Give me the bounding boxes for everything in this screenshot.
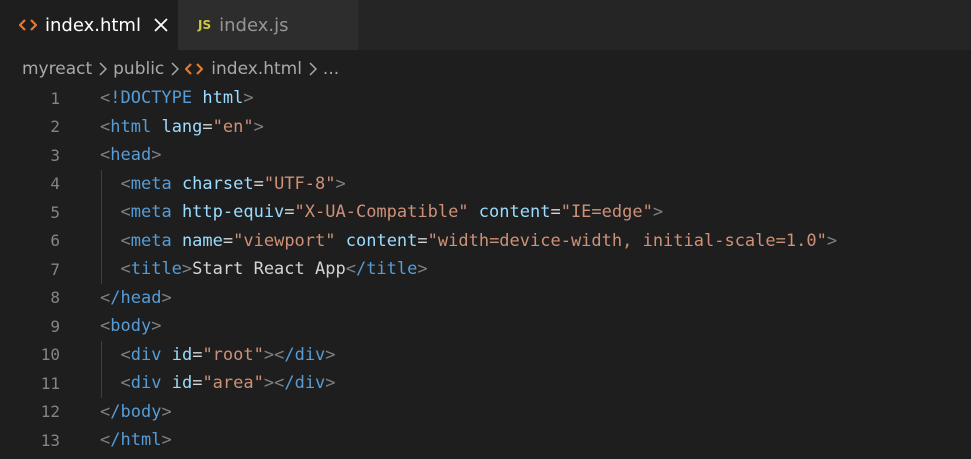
code-line[interactable]: 6 <meta name="viewport" content="width=d…: [0, 227, 971, 255]
tag-name: div: [130, 373, 162, 393]
code-line[interactable]: 3 <head>: [0, 141, 971, 169]
attr-name: http-equiv: [181, 202, 285, 222]
tag-name: div: [130, 344, 162, 365]
tag-name: /body: [110, 401, 162, 422]
code-line[interactable]: 4 <meta charset="UTF-8">: [0, 170, 971, 198]
attr-value: "en": [212, 116, 254, 137]
breadcrumb-item-myreact[interactable]: myreact: [22, 59, 92, 79]
tag-name: /div: [284, 373, 326, 393]
breadcrumb-item-public[interactable]: public: [113, 59, 164, 79]
html-file-icon: [185, 62, 204, 76]
attr-name: id: [171, 344, 193, 365]
code-content: <title>Start React App</title>: [120, 259, 428, 279]
line-number: 11: [40, 373, 60, 393]
attr-value: "root": [202, 344, 264, 365]
tag-name: head: [110, 145, 152, 165]
code-content: </body>: [100, 401, 172, 422]
code-content: <meta name="viewport" content="width=dev…: [120, 230, 838, 251]
code-content: <div id="root"></div>: [120, 344, 336, 365]
code-content: </html>: [100, 430, 172, 450]
attr-name: charset: [181, 173, 254, 194]
code-content: <div id="area"></div>: [120, 373, 336, 393]
tag-name: /title: [355, 259, 418, 279]
attr-value: "UTF-8": [263, 173, 336, 194]
chevron-right-icon: [99, 62, 108, 76]
tab-index-html[interactable]: index.html: [0, 0, 178, 50]
tag-name: meta: [130, 173, 172, 194]
code-line[interactable]: 13 </html>: [0, 426, 971, 454]
code-content: <html lang="en">: [100, 116, 264, 137]
tag-name: /div: [284, 344, 326, 365]
code-content: <meta charset="UTF-8">: [120, 173, 346, 194]
code-content: <!DOCTYPE html>: [100, 88, 254, 108]
line-number: 10: [40, 345, 60, 364]
code-line[interactable]: 7 <title>Start React App</title>: [0, 255, 971, 283]
attr-value: "IE=edge": [560, 202, 653, 222]
breadcrumb-symbols[interactable]: ...: [323, 59, 339, 79]
code-line[interactable]: 2 <html lang="en">: [0, 113, 971, 141]
line-number: 3: [50, 145, 60, 165]
tag-name: /head: [110, 287, 162, 308]
tag-name: html: [110, 116, 152, 137]
code-content: <head>: [100, 145, 162, 165]
line-number: 2: [50, 117, 60, 136]
doctype-keyword: !DOCTYPE: [110, 88, 193, 108]
line-number: 8: [50, 288, 60, 307]
attr-name: name: [181, 230, 223, 251]
js-file-icon: JS: [198, 18, 212, 32]
code-line[interactable]: 5 <meta http-equiv="X-UA-Compatible" con…: [0, 198, 971, 226]
line-number: 9: [50, 316, 60, 336]
line-number: 13: [40, 430, 60, 450]
attr-value: "width=device-width, initial-scale=1.0": [427, 230, 827, 251]
code-line[interactable]: 8 </head>: [0, 284, 971, 312]
tag-name: meta: [130, 202, 172, 222]
tag-name: body: [110, 316, 152, 336]
tag-name: title: [130, 259, 182, 279]
code-line[interactable]: 9 <body>: [0, 312, 971, 340]
code-line[interactable]: 10 <div id="root"></div>: [0, 341, 971, 369]
tag-name: /html: [110, 430, 162, 450]
code-content: <body>: [100, 316, 162, 336]
line-number: 5: [50, 202, 60, 222]
title-text: Start React App: [192, 259, 346, 279]
breadcrumb-item-file[interactable]: index.html: [185, 59, 302, 79]
tab-bar: index.html JS index.js: [0, 0, 971, 50]
attr-value: "X-UA-Compatible": [294, 202, 469, 222]
code-editor[interactable]: 1 <!DOCTYPE html> 2 <html lang="en"> 3 <…: [0, 84, 971, 459]
attr-value: "area": [202, 373, 264, 393]
attr-name: content: [345, 230, 418, 251]
line-number: 1: [50, 88, 60, 108]
code-line[interactable]: 11 <div id="area"></div>: [0, 369, 971, 397]
breadcrumb: myreact public index.html ...: [22, 55, 339, 83]
tab-label: index.js: [219, 14, 289, 36]
chevron-right-icon: [171, 62, 180, 76]
code-line[interactable]: 12 </body>: [0, 398, 971, 426]
attr-name: content: [478, 202, 551, 222]
attr-value: "viewport": [233, 230, 336, 251]
line-number: 4: [50, 174, 60, 193]
breadcrumb-file-label: index.html: [211, 59, 302, 79]
doctype-value: html: [202, 88, 244, 108]
chevron-right-icon: [309, 62, 317, 76]
line-number: 6: [50, 231, 60, 250]
code-content: <meta http-equiv="X-UA-Compatible" conte…: [120, 202, 664, 222]
line-number: 7: [50, 259, 60, 279]
code-line[interactable]: 1 <!DOCTYPE html>: [0, 84, 971, 112]
tag-name: meta: [130, 230, 172, 251]
tab-label: index.html: [45, 14, 141, 36]
close-icon[interactable]: [154, 18, 168, 32]
attr-name: id: [171, 373, 193, 393]
attr-name: lang: [161, 116, 203, 137]
line-number: 12: [40, 402, 60, 421]
tab-index-js[interactable]: JS index.js: [178, 0, 358, 50]
code-content: </head>: [100, 287, 172, 308]
html-file-icon: [19, 18, 37, 32]
